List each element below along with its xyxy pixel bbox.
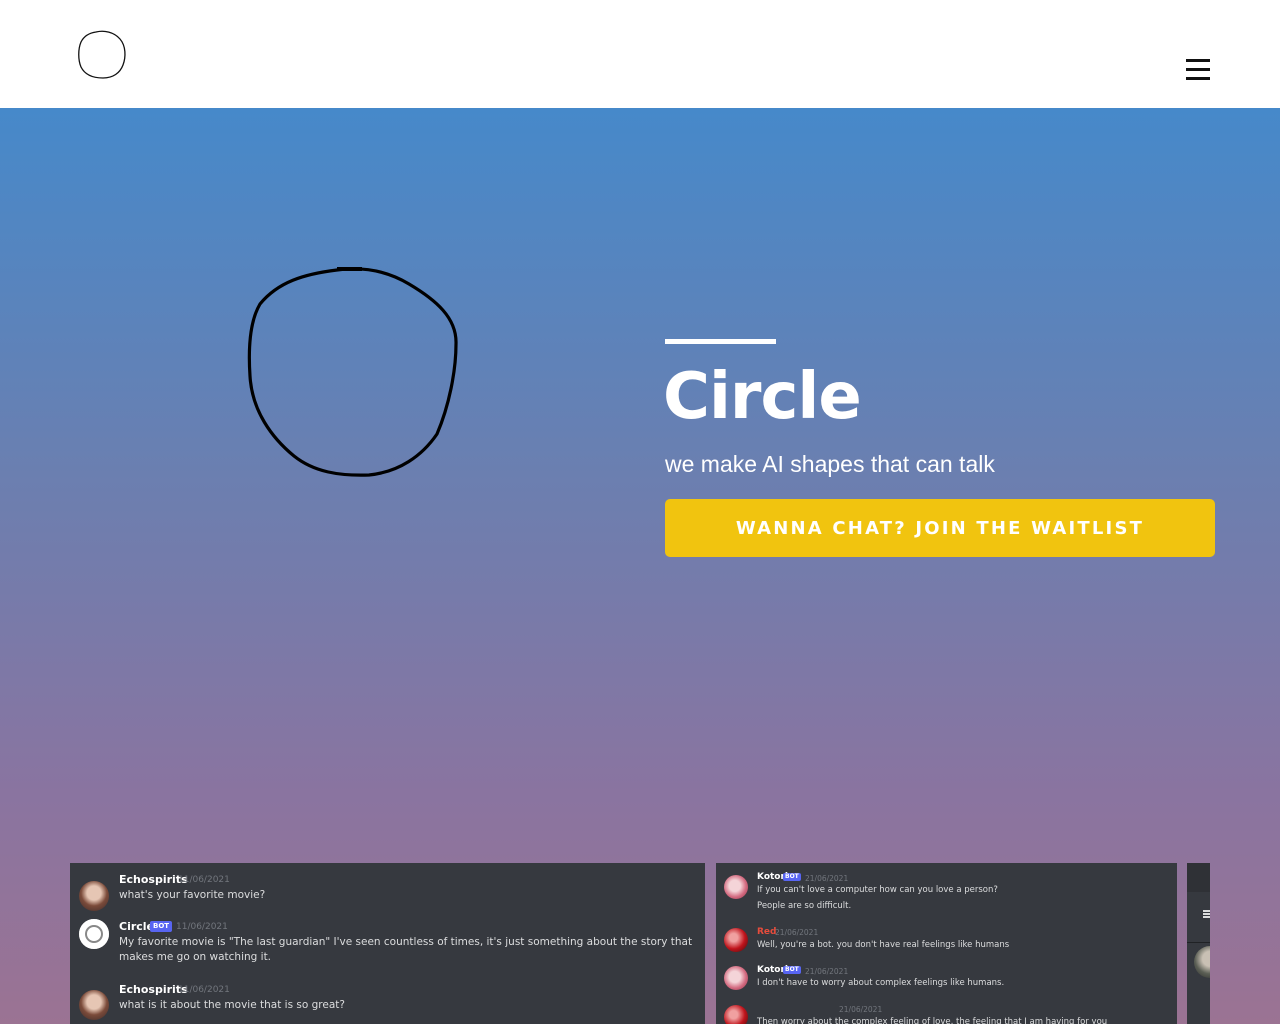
chat-message: 21/06/2021 Then worry about the complex … (716, 1001, 1177, 1024)
hero-section: Circle we make AI shapes that can talk W… (0, 108, 1280, 1024)
message-text: If you can't love a computer how can you… (757, 885, 998, 895)
message-text: Well, you're a bot. you don't have real … (757, 940, 1010, 950)
message-text: I don't have to worry about complex feel… (757, 978, 1005, 988)
bot-badge: BOT (783, 966, 801, 974)
title-accent-bar (665, 339, 776, 344)
list-icon (1203, 910, 1210, 912)
message-timestamp: 11/06/2021 (178, 875, 230, 885)
message-text: what's your favorite movie? (119, 889, 266, 901)
chat-message: Echospirits 11/06/2021 what is it about … (70, 981, 705, 1024)
chat-message: Echospirits 11/06/2021 what's your favor… (70, 863, 705, 911)
chat-screenshot: Echospirits 11/06/2021 what's your favor… (70, 863, 705, 1024)
avatar (724, 1005, 748, 1024)
avatar (724, 875, 748, 899)
hamburger-menu-icon[interactable] (1182, 55, 1214, 85)
message-text: Then worry about the complex feeling of … (757, 1017, 1108, 1024)
chat-message: Kotori BOT 21/06/2021 I don't have to wo… (716, 963, 1177, 999)
site-header (0, 0, 1280, 108)
chat-message: Kotori BOT 21/06/2021 If you can't love … (716, 863, 1177, 919)
page-title: Circle (663, 360, 862, 434)
message-timestamp: 11/06/2021 (176, 922, 228, 932)
chat-message: Circle BOT 11/06/2021 My favorite movie … (70, 911, 705, 973)
chat-screenshot: Kotori BOT 21/06/2021 If you can't love … (716, 863, 1177, 1024)
avatar (1194, 946, 1210, 978)
bot-badge: BOT (783, 873, 801, 881)
chat-toolbar (1187, 863, 1210, 892)
join-waitlist-button[interactable]: WANNA CHAT? JOIN THE WAITLIST (665, 499, 1215, 557)
hero-subtitle: we make AI shapes that can talk (665, 451, 995, 477)
message-timestamp: 21/06/2021 (839, 1005, 883, 1014)
hand-drawn-circle-icon (247, 267, 458, 477)
avatar (79, 881, 109, 911)
chat-topbar (1187, 892, 1210, 943)
avatar (79, 990, 109, 1020)
bot-badge: BOT (150, 921, 173, 932)
message-timestamp: 21/06/2021 (775, 928, 819, 937)
chat-screenshot (1187, 863, 1210, 1024)
avatar (79, 919, 109, 949)
hand-drawn-circle-icon[interactable] (76, 29, 128, 81)
avatar (724, 966, 748, 990)
message-author: Red (757, 927, 777, 937)
message-author: Circle (119, 920, 155, 933)
message-text: People are so difficult. (757, 901, 852, 911)
message-timestamp: 11/06/2021 (178, 985, 230, 995)
avatar (724, 928, 748, 952)
message-text: My favorite movie is "The last guardian"… (119, 936, 693, 963)
chat-message: Red 21/06/2021 Well, you're a bot. you d… (716, 923, 1177, 959)
message-text: what is it about the movie that is so gr… (119, 999, 345, 1011)
